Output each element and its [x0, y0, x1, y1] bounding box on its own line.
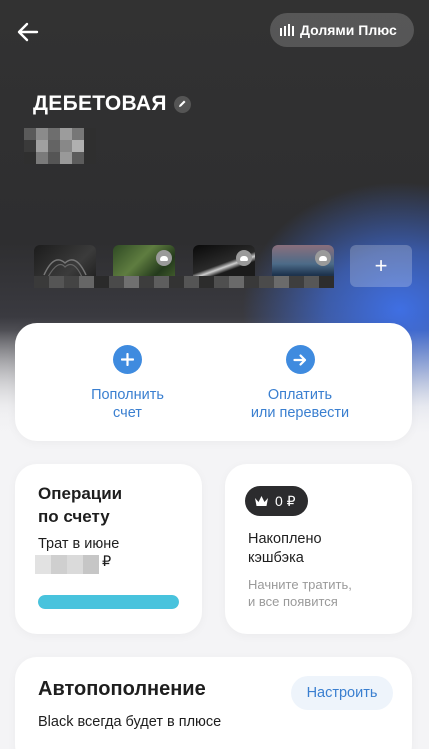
- dolyami-plus-button[interactable]: Долями Плюс: [270, 13, 414, 47]
- cloud-icon: [156, 250, 172, 266]
- cloud-icon: [315, 250, 331, 266]
- add-card-button[interactable]: +: [350, 245, 412, 287]
- pay-transfer-label: Оплатить или перевести: [250, 387, 350, 421]
- cashback-badge: 0 ₽: [245, 486, 308, 516]
- dolyami-plus-label: Долями Плюс: [300, 22, 397, 38]
- balance-blurred: [24, 128, 96, 164]
- plus-icon: [113, 345, 142, 374]
- bars-icon: [280, 24, 294, 36]
- cashback-panel[interactable]: 0 ₽ Накоплено кэшбэка Начните тратить, и в…: [225, 464, 412, 634]
- top-up-button[interactable]: Пополнить счет: [55, 323, 200, 441]
- pencil-icon[interactable]: [173, 95, 191, 113]
- plus-icon: +: [374, 253, 388, 278]
- account-title-text: ДЕБЕТОВАЯ: [33, 92, 167, 115]
- spend-currency: ₽: [102, 554, 112, 570]
- arrow-right-icon: [285, 345, 315, 374]
- cards-caption-blurred: [34, 276, 334, 288]
- quick-actions-panel: Пополнить счет Оплатить или перевести: [15, 323, 412, 441]
- autotopup-subtitle: Black всегда будет в плюсе: [38, 714, 222, 730]
- cashback-value: 0 ₽: [275, 492, 296, 509]
- operations-panel[interactable]: Операции по счету Трат в июне ₽: [15, 464, 202, 634]
- spend-progress-bar: [38, 595, 179, 609]
- crown-icon: [255, 496, 268, 506]
- pay-transfer-button[interactable]: Оплатить или перевести: [225, 323, 375, 441]
- autotopup-title: Автопополнение: [38, 678, 206, 700]
- spend-label: Трат в июне: [38, 536, 120, 552]
- cashback-hint: Начните тратить, и все появится: [248, 577, 352, 609]
- autotopup-panel: Автопополнение Black всегда будет в плюс…: [15, 657, 412, 749]
- top-up-label: Пополнить счет: [91, 387, 164, 421]
- arrow-left-icon: [17, 22, 39, 42]
- cloud-icon: [236, 250, 252, 266]
- back-button[interactable]: [12, 16, 44, 48]
- spend-progress-fill: [38, 595, 179, 609]
- operations-title: Операции по счету: [38, 484, 123, 526]
- cashback-title: Накоплено кэшбэка: [248, 531, 322, 566]
- spend-amount-blurred: [35, 555, 99, 574]
- account-title[interactable]: ДЕБЕТОВАЯ: [33, 92, 191, 116]
- setup-button[interactable]: Настроить: [291, 676, 393, 710]
